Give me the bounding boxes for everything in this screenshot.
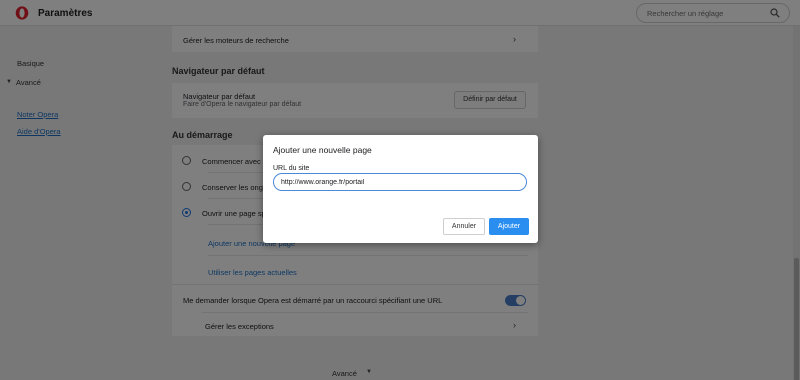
add-button[interactable]: Ajouter: [489, 218, 529, 235]
site-url-label: URL du site: [273, 165, 310, 172]
add-page-dialog: Ajouter une nouvelle page URL du site An…: [263, 135, 538, 243]
cancel-button[interactable]: Annuler: [443, 218, 485, 235]
dialog-title: Ajouter une nouvelle page: [273, 145, 372, 155]
site-url-input[interactable]: [273, 173, 527, 191]
